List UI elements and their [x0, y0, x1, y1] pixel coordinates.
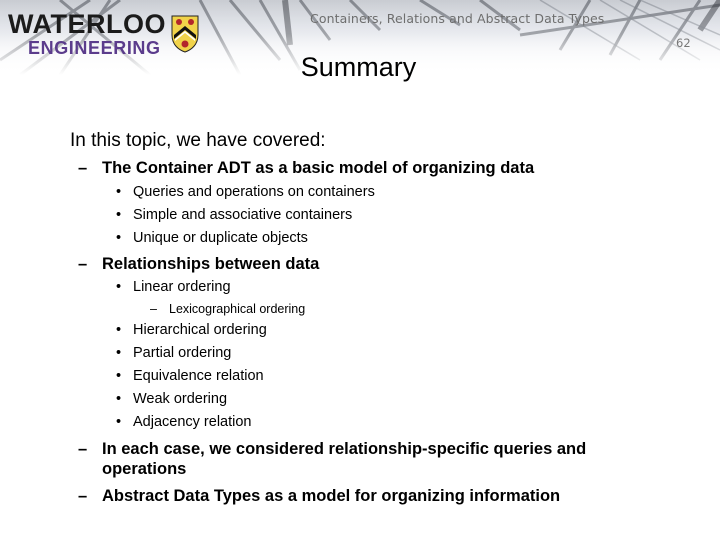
dash-bullet: –: [78, 487, 88, 505]
list-item-text: Unique or duplicate objects: [133, 230, 308, 246]
section-text: The Container ADT as a basic model of or…: [102, 159, 535, 177]
list-item-text: Equivalence relation: [133, 368, 264, 384]
list-item-text: Partial ordering: [133, 345, 232, 361]
slide-title-text: Summary: [300, 52, 417, 82]
logo-waterloo-text: WATERLOO: [8, 9, 166, 39]
section-text: In each case, we considered relationship…: [102, 440, 587, 458]
bullet-dot: •: [116, 230, 122, 246]
bullet-dot: •: [116, 345, 122, 361]
section-text: operations: [102, 460, 187, 478]
bullet-dot: •: [116, 279, 122, 295]
university-crest-icon: [171, 15, 199, 53]
list-item-text: Simple and associative containers: [133, 207, 353, 223]
dash-bullet: –: [78, 440, 88, 458]
dash-bullet: –: [78, 255, 88, 273]
bullet-dot: •: [116, 368, 122, 384]
section-text: Abstract Data Types as a model for organ…: [102, 487, 561, 505]
list-item-text: Queries and operations on containers: [133, 184, 375, 200]
bullet-dot: •: [116, 322, 122, 338]
section-text: Relationships between data: [102, 255, 320, 273]
slide-title: Summary: [0, 52, 720, 83]
dash-bullet: –: [78, 159, 88, 177]
list-item-text: Hierarchical ordering: [133, 322, 267, 338]
bullet-dot: •: [116, 207, 122, 223]
list-item-text: Adjacency relation: [133, 414, 252, 430]
bullet-dot: •: [116, 391, 122, 407]
course-title: Containers, Relations and Abstract Data …: [310, 11, 605, 26]
bullet-dot: •: [116, 414, 122, 430]
page-number: 62: [676, 36, 691, 50]
list-item-text: Linear ordering: [133, 279, 231, 295]
intro-text: In this topic, we have covered:: [70, 130, 326, 151]
waterloo-engineering-logo: WATERLOO ENGINEERING: [8, 10, 166, 58]
sub-list-item-text: Lexicographical ordering: [169, 302, 306, 316]
list-item-text: Weak ordering: [133, 391, 228, 407]
bullet-dot: •: [116, 184, 122, 200]
dash-bullet: –: [150, 302, 157, 316]
